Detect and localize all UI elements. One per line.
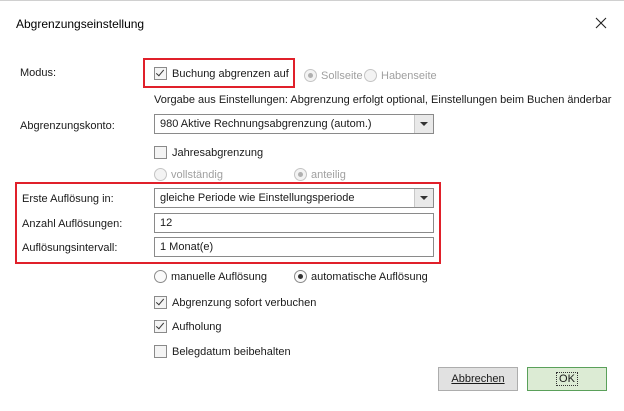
anzahl-aufloesungen-label: Anzahl Auflösungen:	[22, 218, 123, 230]
erste-aufloesung-value: gleiche Periode wie Einstellungsperiode	[160, 192, 355, 204]
radio-circle	[154, 270, 167, 283]
sollseite-label: Sollseite	[321, 69, 363, 82]
habenseite-label: Habenseite	[381, 69, 437, 82]
automatische-aufloesung-label: automatische Auflösung	[311, 270, 428, 283]
checkbox-box	[154, 296, 167, 309]
radio-circle	[304, 69, 317, 82]
buchung-abgrenzen-label: Buchung abgrenzen auf	[172, 67, 289, 80]
modus-note: Vorgabe aus Einstellungen: Abgrenzung er…	[154, 94, 612, 106]
belegdatum-label: Belegdatum beibehalten	[172, 345, 291, 358]
dropdown-arrow-icon	[414, 189, 433, 207]
aufholung-label: Aufholung	[172, 320, 222, 333]
radio-vollstaendig[interactable]: vollständig	[154, 168, 223, 181]
dropdown-arrow-icon	[414, 115, 433, 133]
radio-circle	[294, 270, 307, 283]
radio-sollseite[interactable]: Sollseite	[304, 69, 363, 82]
ok-button[interactable]: OK	[527, 367, 607, 391]
checkbox-box	[154, 345, 167, 358]
top-border	[0, 0, 624, 1]
checkbox-box	[154, 146, 167, 159]
erste-aufloesung-label: Erste Auflösung in:	[22, 193, 114, 205]
checkbox-box	[154, 320, 167, 333]
sofort-verbuchen-label: Abgrenzung sofort verbuchen	[172, 296, 317, 309]
abgrenzungskonto-label: Abgrenzungskonto:	[20, 120, 115, 132]
manuelle-aufloesung-label: manuelle Auflösung	[171, 270, 268, 283]
jahresabgrenzung-checkbox[interactable]: Jahresabgrenzung	[154, 146, 263, 159]
cancel-button-label: Abbrechen	[451, 373, 505, 385]
abgrenzungskonto-select[interactable]: 980 Aktive Rechnungsabgrenzung (autom.)	[154, 114, 434, 134]
sofort-verbuchen-checkbox[interactable]: Abgrenzung sofort verbuchen	[154, 296, 316, 309]
radio-automatische-aufloesung[interactable]: automatische Auflösung	[294, 270, 428, 283]
radio-anteilig[interactable]: anteilig	[294, 168, 346, 181]
radio-circle	[294, 168, 307, 181]
close-icon	[595, 17, 607, 29]
buchung-abgrenzen-checkbox[interactable]: Buchung abgrenzen auf	[154, 67, 289, 80]
radio-habenseite[interactable]: Habenseite	[364, 69, 437, 82]
vollstaendig-label: vollständig	[171, 168, 223, 181]
close-button[interactable]	[590, 12, 612, 34]
aufloesungsintervall-input[interactable]: 1 Monat(e)	[154, 237, 434, 257]
belegdatum-checkbox[interactable]: Belegdatum beibehalten	[154, 345, 291, 358]
erste-aufloesung-select[interactable]: gleiche Periode wie Einstellungsperiode	[154, 188, 434, 208]
ok-button-label: OK	[556, 372, 578, 386]
checkbox-box	[154, 67, 167, 80]
anzahl-aufloesungen-input[interactable]: 12	[154, 213, 434, 233]
radio-circle	[364, 69, 377, 82]
window-title: Abgrenzungseinstellung	[16, 17, 145, 31]
anteilig-label: anteilig	[311, 168, 346, 181]
abgrenzungskonto-value: 980 Aktive Rechnungsabgrenzung (autom.)	[160, 118, 372, 130]
radio-circle	[154, 168, 167, 181]
aufholung-checkbox[interactable]: Aufholung	[154, 320, 222, 333]
modus-label: Modus:	[20, 67, 57, 79]
aufloesungsintervall-label: Auflösungsintervall:	[22, 242, 118, 254]
radio-manuelle-aufloesung[interactable]: manuelle Auflösung	[154, 270, 267, 283]
cancel-button[interactable]: Abbrechen	[438, 367, 518, 391]
jahresabgrenzung-label: Jahresabgrenzung	[172, 146, 264, 159]
